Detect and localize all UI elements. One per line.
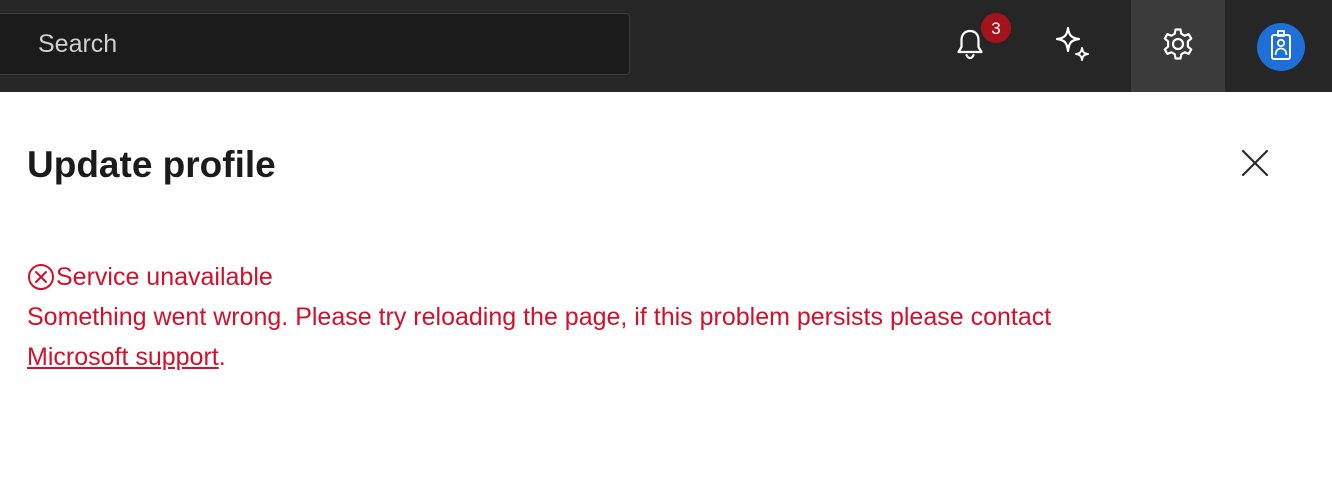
user-badge-icon [1266,28,1296,67]
gear-icon [1160,26,1196,67]
top-bar: 3 [0,0,1332,92]
error-title: Service unavailable [56,263,273,291]
notification-count-badge: 3 [981,13,1011,43]
error-support-line: Microsoft support. [27,337,1051,377]
error-title-row: Service unavailable [27,257,1051,297]
sparkle-icon [1053,24,1093,69]
close-icon [1241,149,1269,182]
error-message: Something went wrong. Please try reloadi… [27,303,1052,331]
avatar[interactable] [1257,23,1305,71]
copilot-button[interactable] [1026,0,1120,92]
settings-button[interactable] [1131,0,1225,92]
error-trailing-punctuation: . [218,343,226,371]
microsoft-support-link[interactable]: Microsoft support [27,343,219,371]
search-box[interactable] [0,13,630,75]
error-message-block: Service unavailable Something went wrong… [27,257,1051,377]
bell-icon [955,28,985,65]
error-description: Something went wrong. Please try reloadi… [27,297,1051,337]
error-circle-icon [27,263,55,291]
search-input[interactable] [38,14,608,74]
panel-title: Update profile [27,144,276,185]
close-button[interactable] [1230,140,1280,190]
